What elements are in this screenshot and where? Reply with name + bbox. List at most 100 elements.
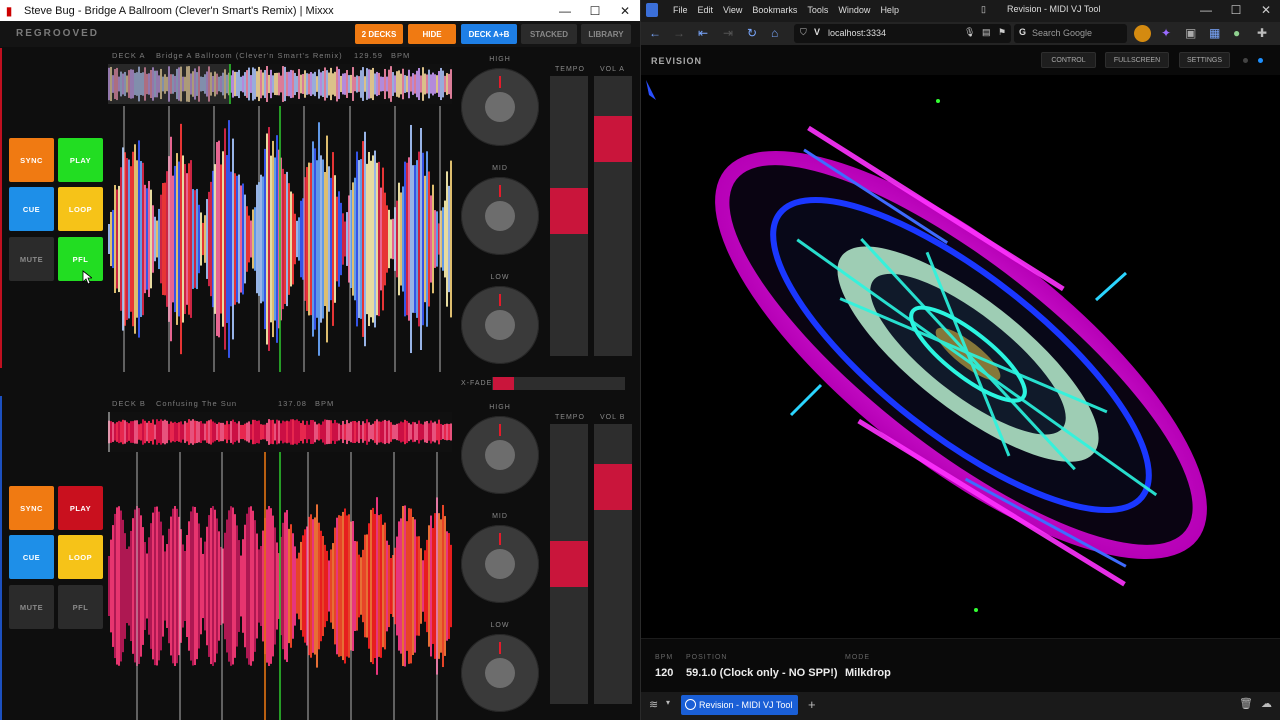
settings-button[interactable]: SETTINGS [1179, 52, 1230, 68]
two-decks-button[interactable]: 2 DECKS [355, 24, 403, 44]
deck-b-tempo-handle[interactable] [550, 541, 588, 587]
extension-icon[interactable] [1134, 25, 1151, 42]
reload-icon[interactable]: ↻ [747, 26, 757, 40]
maximize-icon[interactable]: ☐ [1221, 3, 1251, 17]
deck-a-edge [0, 48, 2, 368]
deck-a-pfl-button[interactable]: PFL [58, 237, 103, 281]
google-icon: G [1019, 27, 1027, 37]
deck-a-low-eq[interactable]: LOW [460, 274, 540, 364]
deck-a-high-knob[interactable] [461, 68, 539, 146]
menu-tools[interactable]: Tools [807, 5, 828, 15]
deck-a-vol-label: VOL A [600, 66, 625, 73]
last-icon[interactable]: ⇥ [723, 26, 733, 40]
deck-b-cue-button[interactable]: CUE [9, 535, 54, 579]
deck-b-play-button[interactable]: PLAY [58, 486, 103, 530]
deck-a-play-button[interactable]: PLAY [58, 138, 103, 182]
deck-b-overview-waveform[interactable] [108, 412, 452, 452]
menu-file[interactable]: File [673, 5, 688, 15]
deck-b-volume-handle[interactable] [594, 464, 632, 510]
deck-b-tempo-label: TEMPO [555, 414, 585, 421]
url-bar[interactable]: ⛉ V localhost:3334 🎙 ▤ ⚑ [794, 24, 1011, 43]
status-bar: BPM 120 POSITION 59.1.0 (Clock only - NO… [641, 638, 1280, 692]
home-icon[interactable]: ⌂ [771, 26, 778, 40]
extension-icon[interactable]: ● [1233, 26, 1240, 40]
deck-a-loop-button[interactable]: LOOP [58, 187, 103, 231]
layers-icon[interactable]: ≋ [649, 698, 658, 711]
back-icon[interactable]: ← [649, 26, 661, 40]
forward-icon[interactable]: → [673, 26, 685, 40]
hide-button[interactable]: HIDE [408, 24, 456, 44]
deck-b-pfl-button[interactable]: PFL [58, 585, 103, 629]
trash-icon[interactable]: 🗑 [1239, 697, 1253, 710]
deck-a-volume-fader[interactable] [594, 76, 632, 356]
close-icon[interactable]: ✕ [1251, 3, 1280, 17]
deck-b-mute-button[interactable]: MUTE [9, 585, 54, 629]
stacked-button[interactable]: STACKED [521, 24, 577, 44]
maximize-icon[interactable]: ☐ [580, 4, 610, 18]
deck-a-bpm: 129.59 [354, 51, 383, 60]
navigation-bar: ← → ⇤ ⇥ ↻ ⌂ ⛉ V localhost:3334 🎙 ▤ ⚑ G S… [641, 22, 1280, 45]
tab-revision[interactable]: Revision - MIDI VJ Tool [681, 695, 798, 715]
menu-window[interactable]: Window [838, 5, 870, 15]
deck-a-volume-handle[interactable] [594, 116, 632, 162]
deck-a-mid-knob[interactable] [461, 177, 539, 255]
sidebar-toggle-icon[interactable]: ▯ [981, 4, 986, 15]
deck-b-sync-button[interactable]: SYNC [9, 486, 54, 530]
menu-bookmarks[interactable]: Bookmarks [752, 5, 797, 15]
menu-edit[interactable]: Edit [698, 5, 714, 15]
bookmark-icon[interactable]: ⚑ [998, 27, 1006, 38]
extension-icon[interactable]: ▦ [1209, 26, 1220, 40]
fullscreen-button[interactable]: FULLSCREEN [1105, 52, 1169, 68]
deck-a-main-waveform[interactable] [108, 106, 452, 372]
deck-a-overview-waveform[interactable] [108, 64, 452, 104]
deck-b-mid-knob[interactable] [461, 525, 539, 603]
chevron-down-icon[interactable]: ▾ [666, 698, 670, 707]
cloud-icon[interactable]: ☁ [1261, 697, 1272, 710]
extension-icon[interactable]: ▣ [1185, 26, 1196, 40]
app-title: REVISION [651, 56, 703, 66]
search-field[interactable]: G Search Google [1014, 24, 1127, 43]
extension-icon[interactable]: ✦ [1161, 26, 1171, 40]
crossfader-label: X-FADE [461, 380, 493, 387]
deck-b-loop-button[interactable]: LOOP [58, 535, 103, 579]
close-icon[interactable]: ✕ [610, 4, 640, 18]
deck-a-tempo-handle[interactable] [550, 188, 588, 234]
minimize-icon[interactable]: — [1191, 3, 1221, 17]
deck-a-low-knob[interactable] [461, 286, 539, 364]
deck-a-cue-button[interactable]: CUE [9, 187, 54, 231]
deck-a-mid-eq[interactable]: MID [460, 165, 540, 255]
deck-b-mid-eq[interactable]: MID [460, 513, 540, 603]
reader-icon[interactable]: ▤ [982, 27, 991, 38]
deck-b-volume-fader[interactable] [594, 424, 632, 704]
deck-b-tempo-slider[interactable] [550, 424, 588, 704]
menu-help[interactable]: Help [880, 5, 899, 15]
deck-a-mid-label: MID [492, 165, 508, 172]
deck-b-low-knob[interactable] [461, 634, 539, 712]
puzzle-icon[interactable]: ✚ [1257, 26, 1267, 40]
deck-b-high-eq[interactable]: HIGH [460, 404, 540, 494]
menu-view[interactable]: View [723, 5, 742, 15]
visualizer-canvas[interactable] [641, 75, 1280, 638]
deck-a-mute-button[interactable]: MUTE [9, 237, 54, 281]
deck-a-sync-button[interactable]: SYNC [9, 138, 54, 182]
mixxx-window-title: Steve Bug - Bridge A Ballroom (Clever'n … [24, 4, 334, 17]
library-button[interactable]: LIBRARY [581, 24, 631, 44]
deck-b-high-knob[interactable] [461, 416, 539, 494]
control-button[interactable]: CONTROL [1041, 52, 1096, 68]
minimize-icon[interactable]: — [550, 4, 580, 18]
tab-label: Revision - MIDI VJ Tool [699, 700, 793, 710]
deck-a-label: DECK A [112, 51, 146, 60]
deck-a-high-eq[interactable]: HIGH [460, 56, 540, 146]
first-icon[interactable]: ⇤ [698, 26, 708, 40]
deck-ab-button[interactable]: DECK A+B [461, 24, 517, 44]
crossfader[interactable] [492, 377, 625, 390]
tab-favicon-icon [685, 699, 696, 710]
deck-b-low-eq[interactable]: LOW [460, 622, 540, 712]
deck-b-main-waveform[interactable] [108, 452, 452, 720]
menu-bar: File Edit View Bookmarks Tools Window Help [663, 5, 899, 15]
new-tab-icon[interactable]: + [808, 697, 816, 712]
crossfader-handle[interactable] [493, 377, 514, 390]
deck-b-label: DECK B [112, 399, 146, 408]
microphone-icon[interactable]: 🎙 [964, 27, 975, 38]
deck-a-tempo-slider[interactable] [550, 76, 588, 356]
